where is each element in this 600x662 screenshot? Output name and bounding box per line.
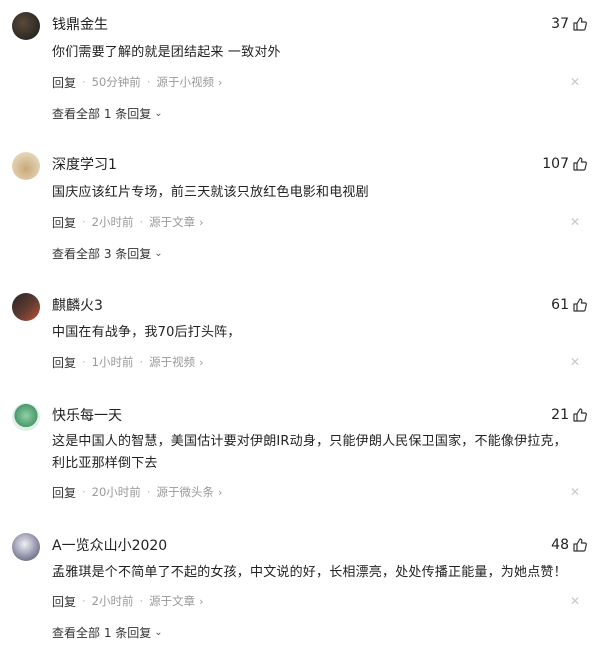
comment-meta: 回复 · 1小时前 · 源于视频 › xyxy=(52,353,204,371)
timestamp: 2小时前 xyxy=(91,594,134,608)
avatar[interactable] xyxy=(12,152,40,180)
reply-button[interactable]: 回复 xyxy=(52,484,76,501)
thumbs-up-icon xyxy=(573,538,587,552)
view-replies-label: 查看全部 3 条回复 xyxy=(52,246,152,261)
separator-dot: · xyxy=(139,594,144,608)
separator-dot: · xyxy=(82,485,86,499)
separator-dot: · xyxy=(82,215,86,229)
chevron-right-icon: › xyxy=(199,215,204,229)
comment-text-line: 这是中国人的智慧，美国估计要对伊朗IR动身，只能伊朗人民保卫国家，不能像伊拉克， xyxy=(52,434,567,449)
comment-text: 中国在有战争，我70后打头阵， xyxy=(52,325,241,340)
comment-meta: 回复 · 2小时前 · 源于文章 › xyxy=(52,213,204,231)
close-icon[interactable]: ✕ xyxy=(570,76,580,88)
timestamp: 50分钟前 xyxy=(91,75,141,89)
separator-dot: · xyxy=(139,215,144,229)
like-button[interactable]: 48 xyxy=(551,535,588,555)
like-count: 107 xyxy=(542,156,569,172)
thumbs-up-icon xyxy=(573,298,587,312)
source-link[interactable]: 源于小视频 xyxy=(156,74,214,90)
view-replies-button[interactable]: 查看全部 1 条回复 ⌄ xyxy=(52,623,163,641)
comment-item: A一览众山小2020 48 孟雅琪是个不简单了不起的女孩，中文说的好，长相漂亮，… xyxy=(0,533,600,643)
like-count: 61 xyxy=(551,297,569,313)
comment-text: 你们需要了解的就是团结起来 一致对外 xyxy=(52,45,281,60)
comment-meta: 回复 · 50分钟前 · 源于小视频 › xyxy=(52,73,222,91)
timestamp: 2小时前 xyxy=(91,215,134,229)
source-link[interactable]: 源于微头条 xyxy=(156,484,214,500)
view-replies-label: 查看全部 1 条回复 xyxy=(52,625,152,640)
comment-list: 钱鼎金生 37 你们需要了解的就是团结起来 一致对外 回复 · 50分钟前 · … xyxy=(0,0,600,662)
view-replies-button[interactable]: 查看全部 3 条回复 ⌄ xyxy=(52,244,163,262)
chevron-right-icon: › xyxy=(217,485,223,499)
separator-dot: · xyxy=(146,485,151,499)
username[interactable]: 深度学习1 xyxy=(52,156,117,174)
source-link[interactable]: 源于文章 xyxy=(149,593,195,609)
thumbs-up-icon xyxy=(573,17,587,31)
like-button[interactable]: 21 xyxy=(551,405,588,425)
close-icon[interactable]: ✕ xyxy=(570,486,580,498)
thumbs-up-icon xyxy=(573,157,587,171)
like-count: 48 xyxy=(551,537,569,553)
separator-dot: · xyxy=(82,355,86,369)
username[interactable]: 快乐每一天 xyxy=(52,407,122,425)
close-icon[interactable]: ✕ xyxy=(570,216,580,228)
chevron-right-icon: › xyxy=(199,594,204,608)
chevron-down-icon: ⌄ xyxy=(154,626,163,638)
thumbs-up-icon xyxy=(573,408,587,422)
avatar[interactable] xyxy=(12,403,40,431)
username[interactable]: 钱鼎金生 xyxy=(52,16,108,34)
timestamp: 20小时前 xyxy=(91,485,141,499)
source-link[interactable]: 源于视频 xyxy=(149,354,195,370)
source-link[interactable]: 源于文章 xyxy=(149,214,195,230)
view-replies-button[interactable]: 查看全部 1 条回复 ⌄ xyxy=(52,104,163,122)
username[interactable]: A一览众山小2020 xyxy=(52,537,167,555)
like-button[interactable]: 37 xyxy=(551,14,588,34)
reply-button[interactable]: 回复 xyxy=(52,354,76,371)
chevron-down-icon: ⌄ xyxy=(154,247,163,259)
like-count: 37 xyxy=(551,16,569,32)
separator-dot: · xyxy=(82,594,86,608)
comment-text: 国庆应该红片专场，前三天就该只放红色电影和电视剧 xyxy=(52,185,369,200)
view-replies-label: 查看全部 1 条回复 xyxy=(52,106,152,121)
chevron-down-icon: ⌄ xyxy=(154,107,163,119)
reply-button[interactable]: 回复 xyxy=(52,74,76,91)
comment-item: 麒麟火3 61 中国在有战争，我70后打头阵， 回复 · 1小时前 · 源于视频… xyxy=(0,293,600,373)
comment-item: 快乐每一天 21 这是中国人的智慧，美国估计要对伊朗IR动身，只能伊朗人民保卫国… xyxy=(0,403,600,503)
comment-item: 深度学习1 107 国庆应该红片专场，前三天就该只放红色电影和电视剧 回复 · … xyxy=(0,152,600,262)
avatar[interactable] xyxy=(12,293,40,321)
like-count: 21 xyxy=(551,407,569,423)
chevron-right-icon: › xyxy=(199,355,204,369)
close-icon[interactable]: ✕ xyxy=(570,595,580,607)
comment-meta: 回复 · 20小时前 · 源于微头条 › xyxy=(52,483,222,501)
comment-text: 孟雅琪是个不简单了不起的女孩，中文说的好，长相漂亮，处处传播正能量，为她点赞！ xyxy=(52,565,567,580)
separator-dot: · xyxy=(139,355,144,369)
separator-dot: · xyxy=(82,75,86,89)
comment-meta: 回复 · 2小时前 · 源于文章 › xyxy=(52,592,204,610)
chevron-right-icon: › xyxy=(217,75,223,89)
close-icon[interactable]: ✕ xyxy=(570,356,580,368)
separator-dot: · xyxy=(146,75,151,89)
comment-text-line: 利比亚那样倒下去 xyxy=(52,456,158,471)
username[interactable]: 麒麟火3 xyxy=(52,297,103,315)
reply-button[interactable]: 回复 xyxy=(52,593,76,610)
avatar[interactable] xyxy=(12,533,40,561)
like-button[interactable]: 107 xyxy=(542,154,588,174)
reply-button[interactable]: 回复 xyxy=(52,214,76,231)
avatar[interactable] xyxy=(12,12,40,40)
comment-item: 钱鼎金生 37 你们需要了解的就是团结起来 一致对外 回复 · 50分钟前 · … xyxy=(0,12,600,122)
like-button[interactable]: 61 xyxy=(551,295,588,315)
timestamp: 1小时前 xyxy=(91,355,134,369)
